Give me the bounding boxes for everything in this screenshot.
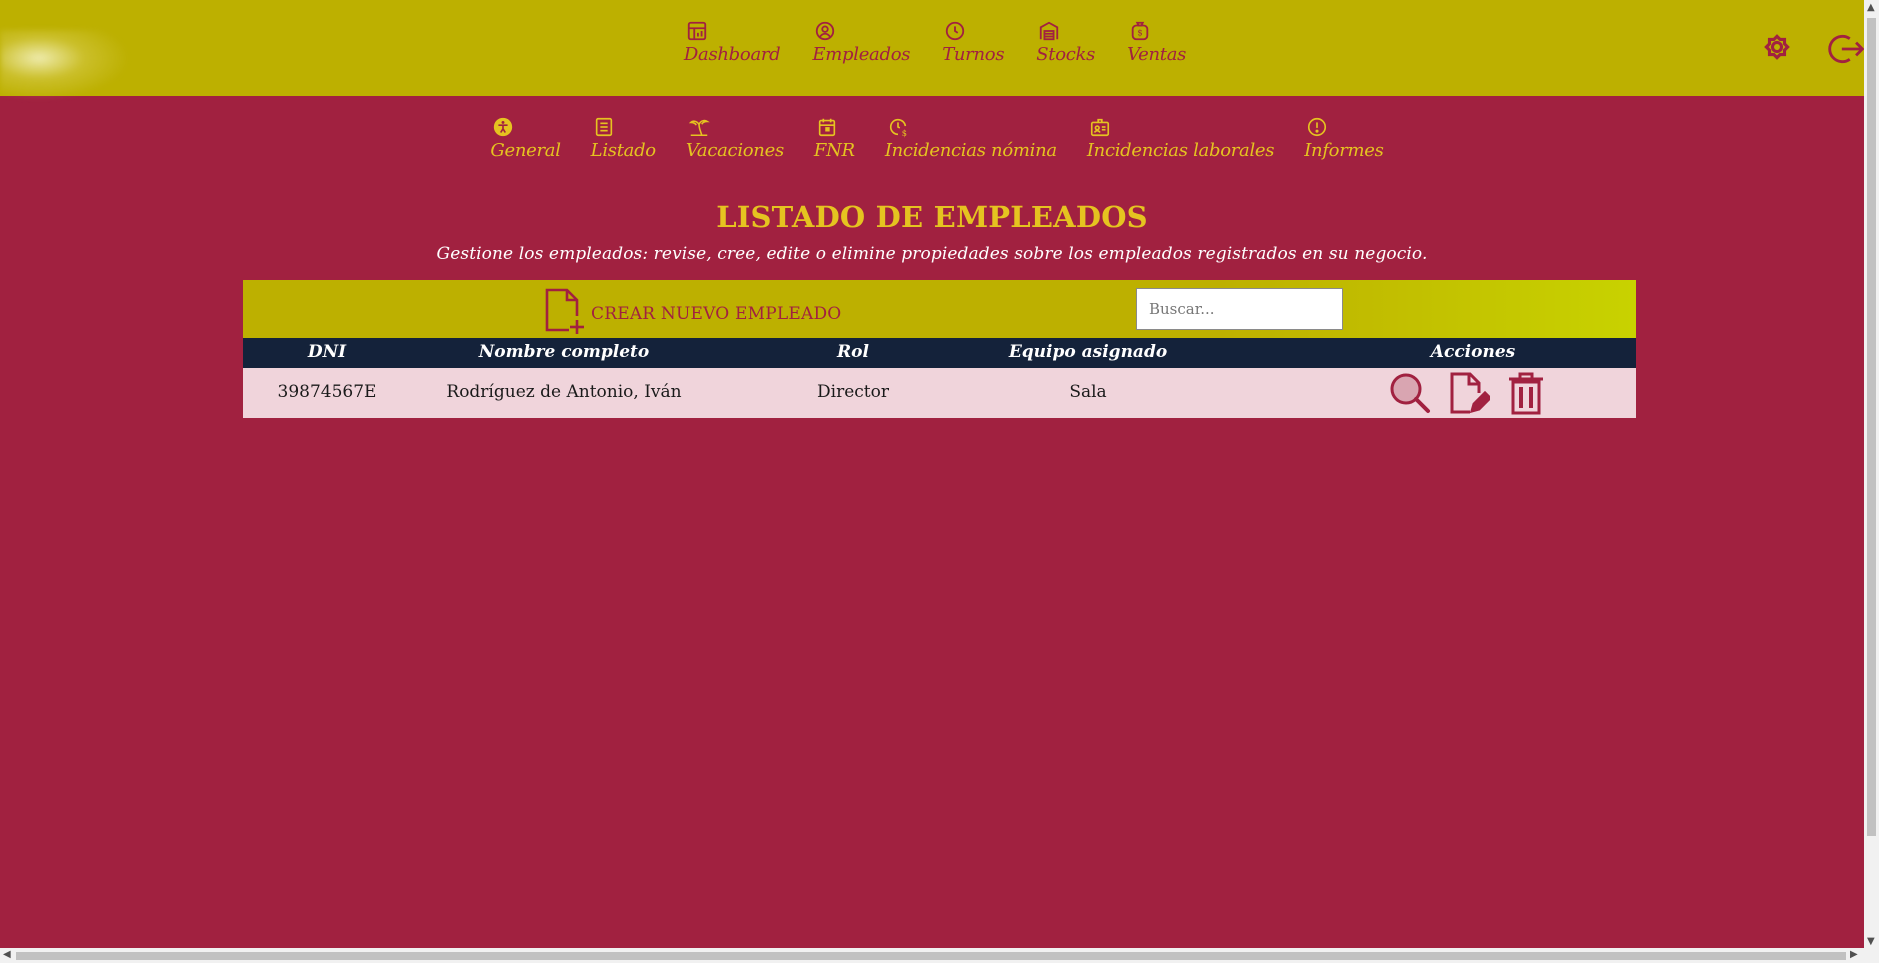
subnav-informes-label: Informes [1304,140,1384,161]
nav-dashboard-label: Dashboard [683,44,781,65]
vertical-scroll-thumb[interactable] [1867,18,1876,836]
list-icon [595,117,612,137]
table-header: DNI Nombre completo Rol Equipo asignado … [243,338,1636,368]
cell-rol: Director [817,382,889,402]
page-title: LISTADO DE EMPLEADOS [716,200,1148,234]
cell-name: Rodríguez de Antonio, Iván [446,382,682,402]
nav-turnos[interactable]: Turnos [942,20,1005,65]
palm-tree-icon [688,119,710,137]
toolbar: CREAR NUEVO EMPLEADO [243,280,1636,338]
subnav-incidencias-laborales-label: Incidencias laborales [1086,140,1275,161]
scroll-down-icon[interactable]: ▼ [1867,937,1875,947]
subnav-fnr[interactable]: FNR [814,116,855,161]
settings-button[interactable] [1760,30,1794,64]
svg-text:$: $ [902,128,907,138]
dashboard-icon [687,21,707,41]
page-subtitle: Gestione los empleados: revise, cree, ed… [436,244,1428,264]
top-bar: Dashboard Empleados Turnos Stocks $ Vent… [0,0,1865,100]
scroll-left-icon[interactable]: ◀ [3,950,11,960]
delete-icon[interactable] [1504,371,1548,415]
sub-nav: General Listado Vacaciones FNR $ Inciden… [0,116,1864,161]
nav-dashboard[interactable]: Dashboard [684,20,781,65]
subnav-listado[interactable]: Listado [591,116,656,161]
search-input[interactable] [1136,288,1343,330]
logout-button[interactable] [1826,30,1865,68]
svg-text:$: $ [1137,28,1142,38]
header-team[interactable]: Equipo asignado [983,342,1193,362]
create-employee-label: CREAR NUEVO EMPLEADO [591,304,842,324]
id-badge-icon [1090,118,1109,137]
scroll-up-icon[interactable]: ▲ [1867,3,1875,13]
horizontal-scroll-thumb[interactable] [16,952,1846,960]
subnav-incidencias-nomina[interactable]: $ Incidencias nómina [885,116,1057,161]
header-name[interactable]: Nombre completo [411,342,717,362]
nav-stocks-label: Stocks [1036,44,1096,65]
money-bag-icon: $ [1131,21,1149,41]
file-plus-icon [545,288,584,334]
subnav-vacaciones-label: Vacaciones [685,140,784,161]
cell-team: Sala [1069,382,1107,402]
user-circle-icon [816,21,835,41]
nav-stocks[interactable]: Stocks [1036,20,1095,65]
subnav-listado-label: Listado [590,140,656,161]
subnav-incidencias-nomina-label: Incidencias nómina [884,140,1057,161]
row-actions [1388,371,1548,415]
main-nav: Dashboard Empleados Turnos Stocks $ Vent… [0,20,1864,65]
nav-empleados[interactable]: Empleados [812,20,910,65]
edit-icon[interactable] [1446,371,1490,415]
header-actions: Acciones [1430,342,1516,362]
cell-dni: 39874567E [277,382,377,402]
subnav-fnr-label: FNR [813,140,855,161]
view-icon[interactable] [1388,371,1432,415]
alert-circle-icon [1308,117,1327,137]
logout-icon [1828,34,1865,64]
subnav-general[interactable]: General [490,116,561,161]
subnav-incidencias-laborales[interactable]: Incidencias laborales [1086,116,1275,161]
clock-icon [946,21,965,41]
subnav-vacaciones[interactable]: Vacaciones [686,116,784,161]
nav-ventas-label: Ventas [1127,44,1187,65]
clock-dollar-icon: $ [889,118,907,138]
subnav-general-label: General [490,140,561,161]
create-employee-button[interactable]: CREAR NUEVO EMPLEADO [539,286,841,334]
horizontal-scrollbar[interactable]: ◀ ▶ [0,948,1864,963]
nav-turnos-label: Turnos [942,44,1005,65]
accessibility-icon [494,117,513,137]
scroll-right-icon[interactable]: ▶ [1850,950,1858,960]
gear-icon [1764,34,1790,60]
table-row: 39874567E Rodríguez de Antonio, Iván Dir… [243,368,1636,418]
subnav-informes[interactable]: Informes [1304,116,1384,161]
calendar-icon [818,118,836,137]
nav-ventas[interactable]: $ Ventas [1127,20,1186,65]
vertical-scrollbar[interactable]: ▲ ▼ [1864,0,1879,963]
header-dni[interactable]: DNI [243,342,411,362]
header-rol[interactable]: Rol [773,342,933,362]
warehouse-icon [1040,21,1059,41]
nav-empleados-label: Empleados [812,44,911,65]
